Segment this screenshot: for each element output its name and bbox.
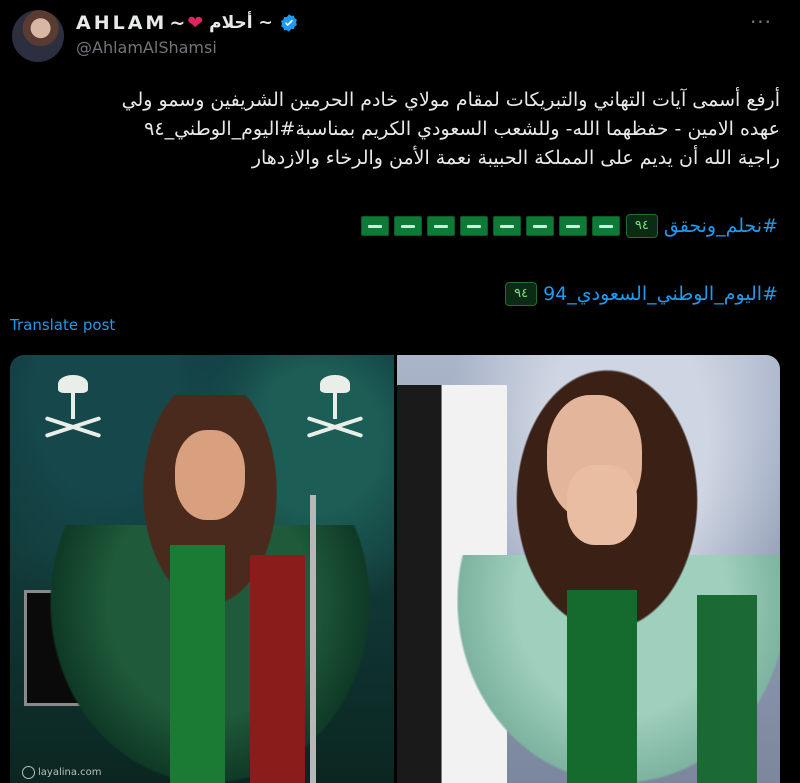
saudi-flag-icon bbox=[591, 216, 620, 236]
hashtag-link[interactable]: #نحلم_ونحقق bbox=[664, 215, 778, 237]
tweet-text-line: راجية الله أن يديم على المملكة الحبيبة ن… bbox=[251, 147, 780, 169]
singer-face bbox=[175, 430, 245, 520]
saudi-flag-icon bbox=[525, 216, 554, 236]
saudi-flag-icon bbox=[459, 216, 488, 236]
tweet-text-line: أرفع أسمى آيات التهاني والتبريكات لمقام … bbox=[121, 89, 780, 111]
watermark-text: layalina.com bbox=[38, 767, 102, 778]
author-name-row[interactable]: AHLAM ~ ❤ ~ أحلام bbox=[76, 10, 299, 36]
saudi-scarf bbox=[170, 545, 225, 783]
singer-hand bbox=[566, 465, 637, 545]
heart-icon: ❤ bbox=[187, 12, 204, 34]
hashtag-link[interactable]: #اليوم_الوطني_السعودي_94 bbox=[543, 283, 778, 305]
microphone-stand bbox=[310, 495, 316, 783]
author-handle[interactable]: @AhlamAlShamsi bbox=[76, 38, 217, 57]
saudi-flag-icon bbox=[492, 216, 521, 236]
photo-singer-saluting[interactable]: layalina.com bbox=[10, 355, 394, 783]
national-day-94-icon: ٩٤ bbox=[505, 282, 538, 306]
hashtag-line-2: #اليوم_الوطني_السعودي_94 ٩٤ bbox=[505, 282, 778, 306]
saudi-flag-icon bbox=[558, 216, 587, 236]
saudi-sash bbox=[566, 590, 637, 783]
saudi-emblem-icon bbox=[300, 375, 370, 455]
author-name-suffix: ~ bbox=[169, 12, 186, 34]
tweet-text-line: عهده الامين - حفظهما الله- وللشعب السعود… bbox=[144, 118, 780, 140]
saudi-sash bbox=[696, 595, 757, 783]
national-day-94-icon: ٩٤ bbox=[625, 214, 658, 238]
media-gallery: layalina.com bbox=[10, 355, 780, 783]
hashtag-line-1: #نحلم_ونحقق ٩٤ bbox=[360, 214, 778, 238]
watermark: layalina.com bbox=[22, 766, 102, 779]
more-options-button[interactable]: ··· bbox=[746, 10, 776, 34]
tweet: AHLAM ~ ❤ ~ أحلام @AhlamAlShamsi ··· أرف… bbox=[0, 0, 800, 783]
verified-badge-icon bbox=[280, 14, 297, 32]
author-display-name[interactable]: AHLAM bbox=[76, 12, 167, 34]
flag-row bbox=[360, 216, 620, 236]
saudi-flag-icon bbox=[360, 216, 389, 236]
more-horizontal-icon: ··· bbox=[749, 10, 773, 34]
uae-scarf bbox=[250, 555, 305, 783]
photo-singer-kiss[interactable] bbox=[396, 355, 780, 783]
author-arabic-name: ~ أحلام bbox=[209, 13, 273, 33]
saudi-flag-icon bbox=[393, 216, 422, 236]
avatar[interactable] bbox=[12, 10, 64, 62]
tweet-text: أرفع أسمى آيات التهاني والتبريكات لمقام … bbox=[20, 86, 780, 173]
saudi-emblem-icon bbox=[38, 375, 108, 455]
translate-post-link[interactable]: Translate post bbox=[10, 316, 115, 334]
watermark-logo-icon bbox=[22, 766, 35, 779]
saudi-flag-icon bbox=[426, 216, 455, 236]
